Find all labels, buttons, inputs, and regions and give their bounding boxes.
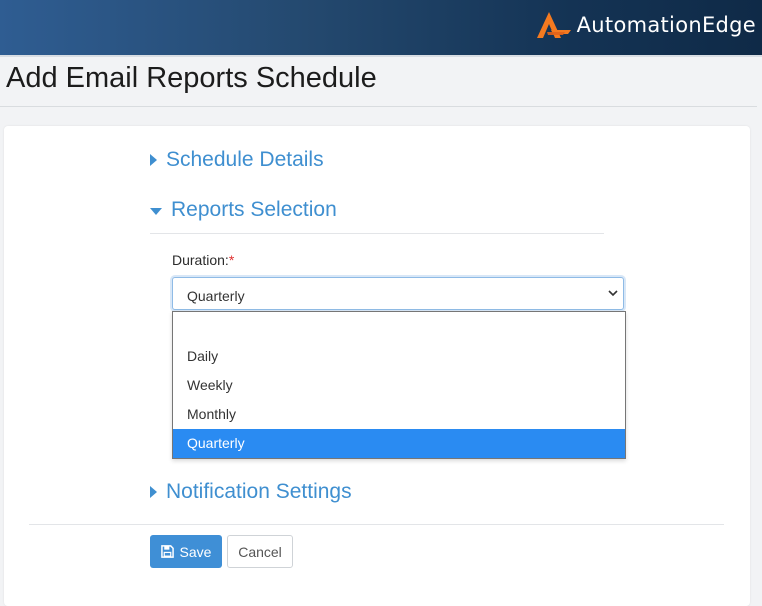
duration-option-daily[interactable]: Daily — [173, 342, 625, 371]
duration-select-value: Quarterly — [187, 288, 245, 304]
brand-name: AutomationEdge — [576, 13, 756, 37]
duration-label: Duration:* — [172, 252, 234, 268]
page-title: Add Email Reports Schedule — [6, 62, 377, 94]
top-header-bar: AutomationEdge — [0, 0, 762, 57]
required-asterisk: * — [228, 252, 235, 268]
section-schedule-details[interactable]: Schedule Details — [150, 148, 324, 172]
duration-option-quarterly[interactable]: Quarterly — [173, 429, 625, 458]
duration-label-text: Duration: — [172, 252, 229, 268]
section-label: Reports Selection — [171, 198, 337, 221]
save-label: Save — [179, 543, 212, 560]
caret-down-icon — [150, 207, 162, 215]
save-button[interactable]: Save — [150, 535, 222, 568]
cancel-label: Cancel — [238, 543, 282, 560]
floppy-disk-icon — [160, 545, 174, 558]
actions-divider — [29, 524, 724, 525]
automationedge-logo-icon — [536, 12, 571, 38]
section-label: Schedule Details — [166, 148, 324, 171]
duration-option-empty[interactable] — [173, 312, 625, 341]
duration-option-weekly[interactable]: Weekly — [173, 371, 625, 400]
duration-select[interactable]: Quarterly — [172, 277, 624, 310]
section-label: Notification Settings — [166, 480, 352, 503]
duration-option-monthly[interactable]: Monthly — [173, 400, 625, 429]
brand-logo[interactable]: AutomationEdge — [535, 8, 756, 42]
title-divider — [0, 106, 757, 107]
section-divider — [150, 233, 604, 234]
chevron-down-icon — [608, 290, 618, 297]
duration-dropdown-list: Daily Weekly Monthly Quarterly — [172, 311, 626, 459]
caret-right-icon — [150, 486, 157, 498]
cancel-button[interactable]: Cancel — [227, 535, 293, 568]
caret-right-icon — [150, 154, 157, 166]
section-notification-settings[interactable]: Notification Settings — [150, 480, 352, 504]
section-reports-selection[interactable]: Reports Selection — [150, 198, 337, 222]
